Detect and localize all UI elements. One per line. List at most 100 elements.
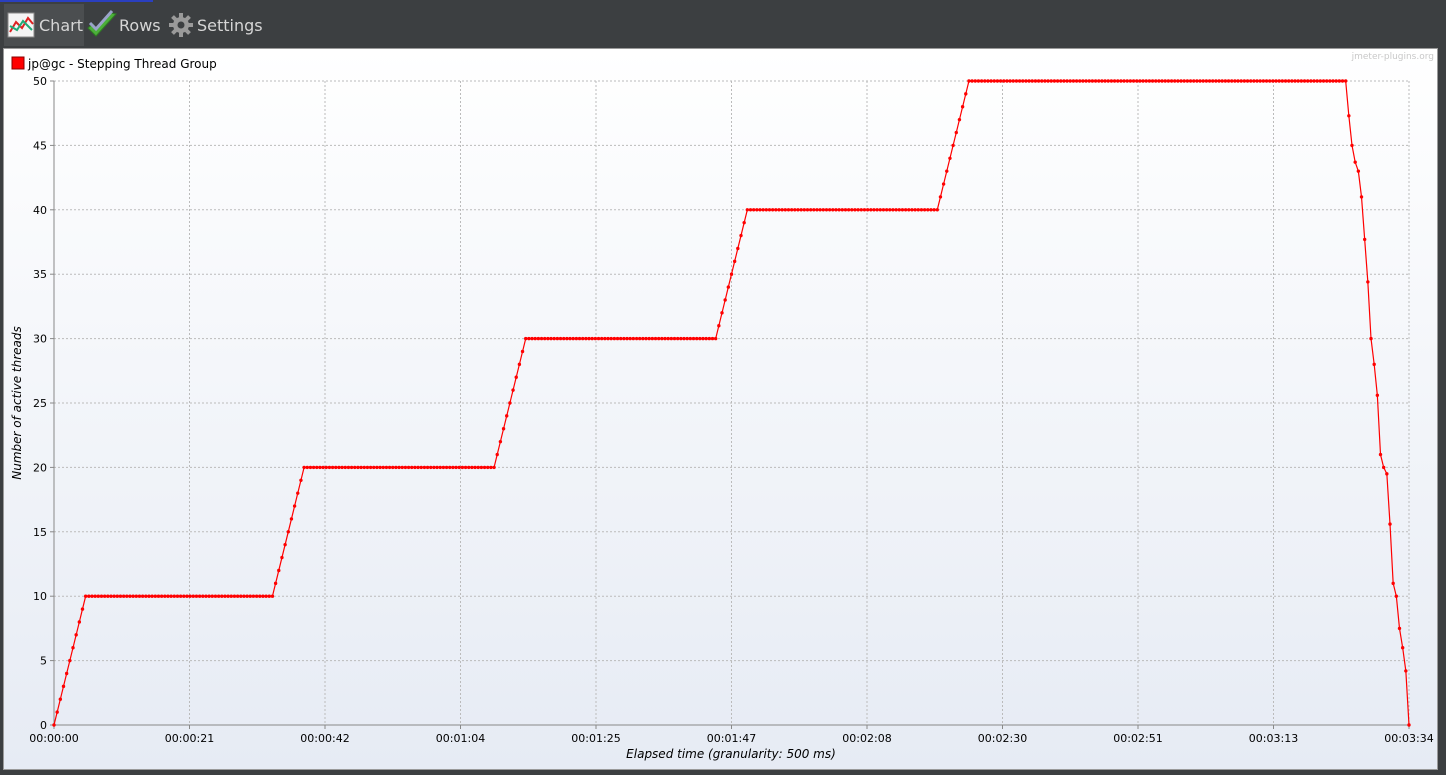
- data-point: [1087, 79, 1091, 83]
- data-point: [1176, 79, 1180, 83]
- tab-settings[interactable]: Settings: [168, 4, 263, 46]
- data-point: [1277, 79, 1281, 83]
- data-point: [194, 594, 199, 598]
- data-point: [305, 465, 309, 470]
- data-point: [973, 79, 977, 83]
- data-point: [422, 465, 427, 470]
- data-point: [983, 79, 987, 83]
- data-point: [172, 594, 176, 598]
- data-point: [1030, 79, 1034, 83]
- data-point: [581, 336, 585, 341]
- data-point: [1131, 79, 1136, 83]
- data-point: [318, 465, 322, 470]
- tab-settings-label: Settings: [197, 15, 263, 35]
- data-point: [223, 594, 227, 598]
- data-point: [644, 336, 648, 341]
- data-point: [656, 336, 661, 341]
- data-point: [400, 465, 404, 470]
- data-point: [1287, 79, 1291, 83]
- data-point: [153, 594, 158, 598]
- data-point: [862, 208, 867, 212]
- data-point: [562, 336, 566, 341]
- x-tick-label: 00:02:51: [1113, 732, 1162, 745]
- data-point: [853, 208, 857, 212]
- data-point: [1204, 79, 1209, 83]
- data-point: [277, 568, 281, 573]
- data-point: [717, 324, 721, 328]
- chart-panel: jmeter-plugins.org 0 5 10 15 20 25 30 35 40 45 50 0…: [3, 48, 1438, 770]
- data-point: [875, 208, 879, 212]
- tab-rows[interactable]: Rows: [86, 4, 161, 46]
- data-point: [125, 594, 129, 598]
- x-tick-label: 00:00:00: [29, 732, 78, 745]
- data-point: [1290, 79, 1294, 83]
- data-point: [1043, 79, 1047, 83]
- data-point: [783, 208, 788, 212]
- data-point: [587, 336, 591, 341]
- data-point: [1321, 79, 1326, 83]
- data-point: [444, 465, 449, 470]
- data-point: [555, 336, 560, 341]
- data-point: [479, 465, 484, 470]
- data-point: [448, 465, 452, 470]
- data-point: [888, 208, 892, 212]
- data-point: [492, 465, 496, 470]
- y-tick-label: 40: [33, 204, 47, 217]
- data-point: [1223, 79, 1228, 83]
- data-point: [543, 336, 547, 341]
- data-point: [1334, 79, 1338, 83]
- data-point: [425, 465, 430, 470]
- data-point: [1400, 646, 1405, 650]
- data-point: [732, 259, 737, 264]
- data-point: [856, 208, 860, 212]
- data-point: [767, 208, 772, 212]
- data-point: [486, 465, 490, 470]
- data-point: [68, 658, 72, 663]
- legend-label: jp@gc - Stepping Thread Group: [27, 57, 217, 71]
- data-point: [726, 285, 731, 289]
- data-point: [175, 594, 180, 598]
- data-point: [539, 336, 544, 341]
- data-point: [1103, 79, 1107, 83]
- data-point: [789, 208, 794, 212]
- y-tick-label: 5: [40, 655, 47, 668]
- data-point: [470, 465, 474, 470]
- data-point: [891, 208, 895, 212]
- data-point: [679, 336, 683, 341]
- data-point: [87, 594, 91, 598]
- data-point: [742, 220, 746, 225]
- data-point: [296, 491, 300, 495]
- data-point: [1008, 79, 1012, 83]
- data-point: [311, 465, 316, 470]
- data-point: [846, 208, 851, 212]
- data-point: [292, 504, 297, 508]
- data-point: [365, 465, 370, 470]
- data-point: [1331, 79, 1335, 83]
- data-point: [254, 594, 259, 598]
- data-point: [571, 336, 575, 341]
- data-point: [359, 465, 363, 470]
- data-point: [1021, 79, 1025, 83]
- data-point: [1299, 79, 1304, 83]
- data-point: [102, 594, 107, 598]
- data-point: [903, 208, 908, 212]
- data-point: [713, 336, 718, 341]
- data-point: [520, 349, 525, 354]
- data-point: [52, 723, 56, 727]
- y-tick-label: 15: [33, 526, 47, 539]
- data-point: [1309, 79, 1313, 83]
- tab-chart[interactable]: Chart: [4, 4, 84, 46]
- data-point: [476, 465, 480, 470]
- x-tick-label: 00:01:25: [571, 732, 620, 745]
- data-point: [919, 208, 924, 212]
- data-point: [340, 465, 344, 470]
- data-point: [226, 594, 230, 598]
- data-point: [1214, 79, 1218, 83]
- data-point: [770, 208, 775, 212]
- gear-icon: [168, 12, 194, 38]
- data-point: [71, 646, 75, 650]
- data-point: [441, 465, 446, 470]
- data-point: [96, 594, 101, 598]
- data-point: [372, 465, 376, 470]
- data-point: [1163, 79, 1167, 83]
